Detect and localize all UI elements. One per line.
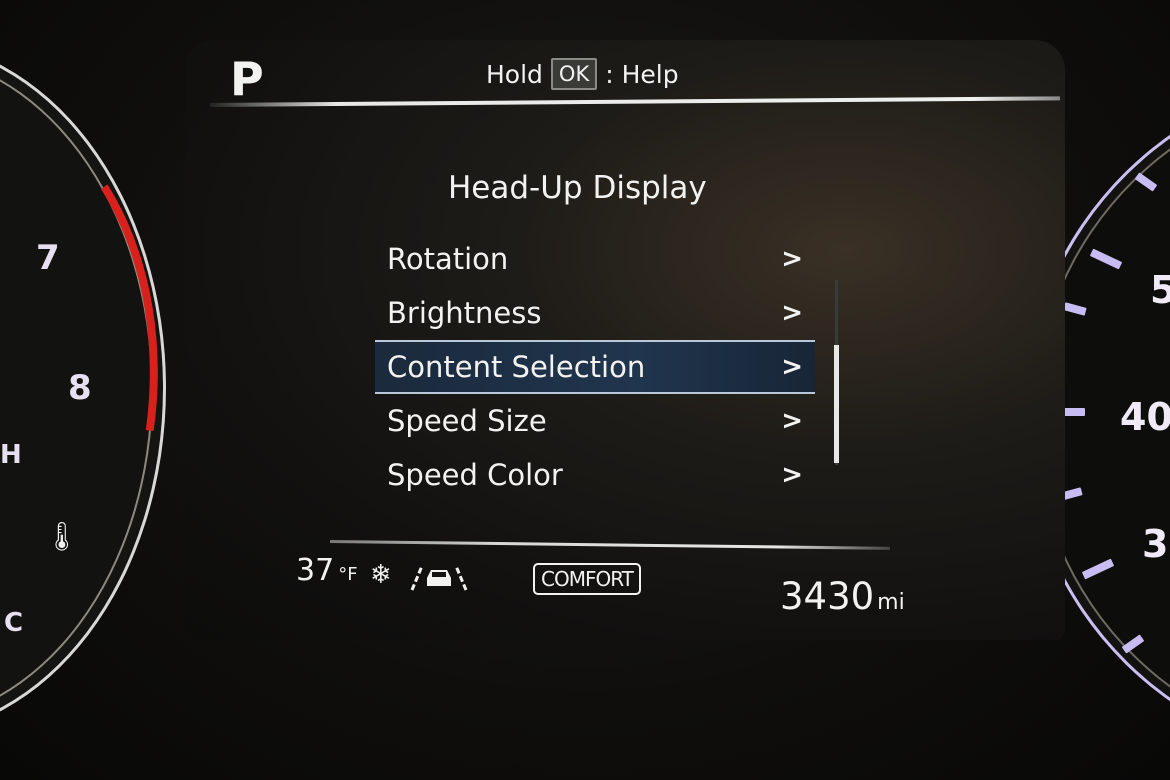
chevron-right-icon: >	[781, 352, 803, 382]
coolant-label-hot: H	[0, 440, 22, 470]
tach-label-8: 8	[68, 368, 92, 408]
chevron-right-icon: >	[781, 460, 803, 490]
snowflake-icon: ❄	[370, 560, 392, 590]
menu-item-rotation[interactable]: Rotation >	[375, 232, 815, 286]
help-prefix: Hold	[486, 59, 543, 89]
menu-item-brightness[interactable]: Brightness >	[375, 286, 815, 340]
menu-item-label: Brightness	[387, 296, 542, 330]
outside-temperature: 37 °F	[296, 553, 358, 588]
hud-settings-menu: Rotation > Brightness > Content Selectio…	[375, 232, 815, 502]
ok-button-indicator: OK	[550, 58, 598, 90]
odometer: 3430 mi	[780, 575, 905, 618]
menu-item-label: Content Selection	[387, 350, 646, 384]
menu-item-content-selection[interactable]: Content Selection >	[375, 340, 815, 394]
gear-indicator: P	[230, 52, 264, 106]
temperature-value: 37	[296, 553, 335, 588]
coolant-label-cold: C	[4, 608, 24, 638]
menu-item-label: Rotation	[387, 242, 509, 276]
lane-assist-icon	[408, 562, 470, 596]
drive-mode-badge: COMFORT	[533, 563, 641, 595]
menu-scrollbar-thumb[interactable]	[834, 345, 839, 463]
coolant-temperature-icon: 🌡	[44, 520, 80, 553]
temperature-unit: °F	[338, 564, 358, 585]
speed-label-40: 40	[1120, 395, 1170, 439]
chevron-right-icon: >	[781, 406, 803, 436]
help-hint: Hold OK : Help	[486, 58, 679, 90]
menu-item-label: Speed Size	[387, 404, 547, 438]
menu-item-speed-color[interactable]: Speed Color >	[375, 448, 815, 502]
tach-label-7: 7	[36, 238, 60, 278]
chevron-right-icon: >	[781, 244, 803, 274]
menu-item-speed-size[interactable]: Speed Size >	[375, 394, 815, 448]
help-suffix: : Help	[605, 59, 679, 89]
speed-label-30: 3	[1142, 522, 1169, 566]
odometer-unit: mi	[877, 590, 905, 615]
menu-title: Head-Up Display	[448, 170, 707, 206]
chevron-right-icon: >	[781, 298, 803, 328]
odometer-value: 3430	[780, 575, 875, 618]
menu-item-label: Speed Color	[387, 458, 563, 492]
speed-label-50: 5	[1150, 268, 1170, 312]
